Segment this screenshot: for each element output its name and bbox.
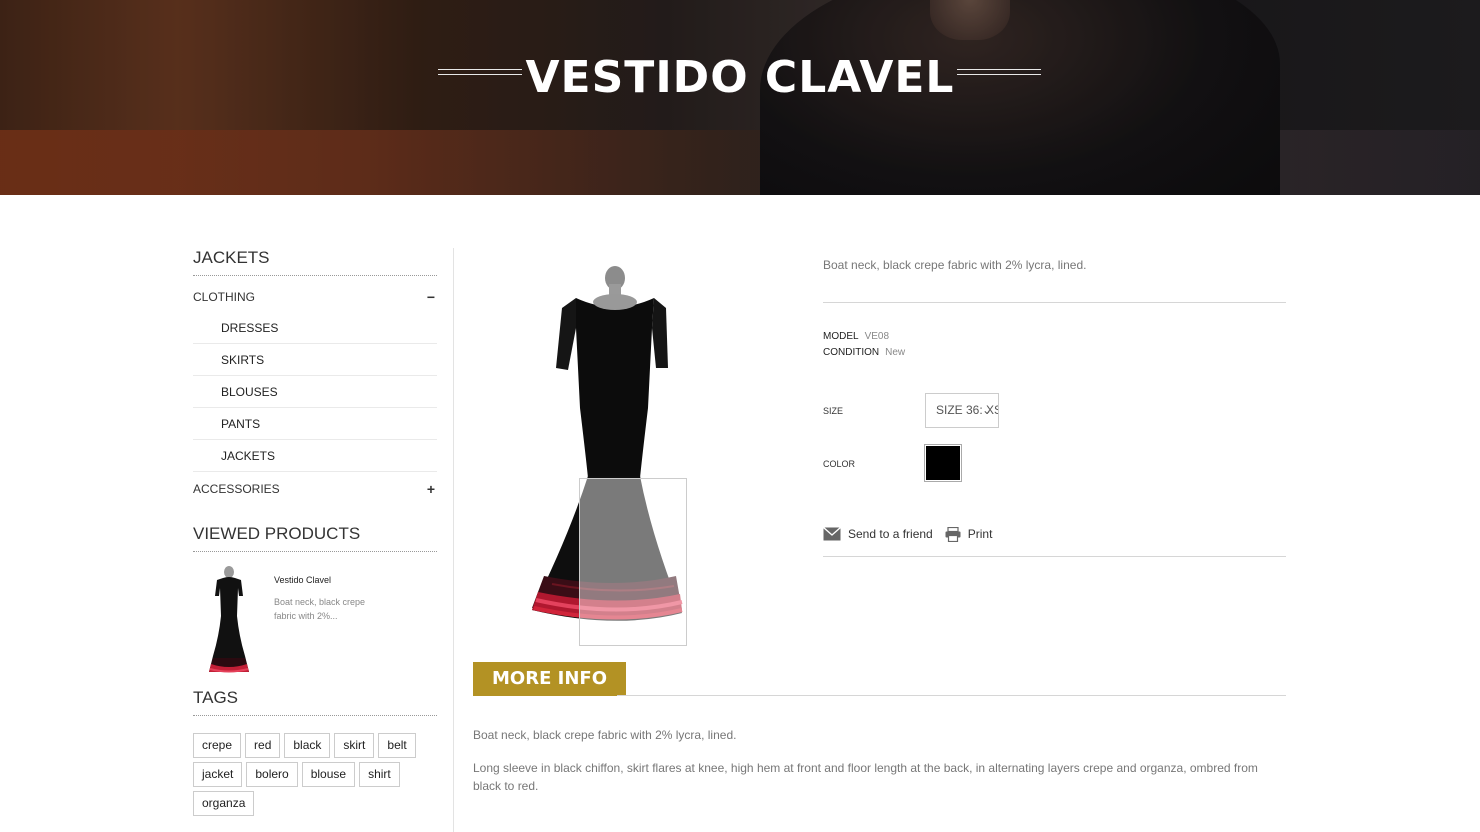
color-swatch-fill[interactable] <box>926 446 960 480</box>
envelope-icon[interactable] <box>823 527 841 541</box>
info-divider-bottom <box>823 556 1286 557</box>
category-jackets[interactable]: JACKETS <box>193 440 437 472</box>
category-pants[interactable]: PANTS <box>193 408 437 440</box>
tag-red[interactable]: red <box>245 733 281 758</box>
more-info-divider <box>617 695 1286 696</box>
model-value: VE08 <box>864 331 890 342</box>
viewed-products-block: VIEWED PRODUCTS Vestido Clavel Boat neck… <box>193 524 437 686</box>
more-info-paragraph-2: Long sleeve in black chiffon, skirt flar… <box>473 761 1258 793</box>
categories-block-title[interactable]: JACKETS <box>193 248 437 276</box>
size-select[interactable]: SIZE 36: XS ⌄ <box>925 393 999 428</box>
sidebar: JACKETS CLOTHING − DRESSES SKIRTS BLOUSE… <box>193 248 437 820</box>
title-right-rule <box>957 69 1041 75</box>
condition-value: New <box>885 347 906 358</box>
model-label: MODEL <box>823 331 859 342</box>
printer-icon[interactable] <box>945 526 961 542</box>
category-dresses[interactable]: DRESSES <box>193 312 437 344</box>
print-label[interactable]: Print <box>968 527 993 541</box>
viewed-product-thumbnail[interactable] <box>193 566 265 681</box>
tag-jacket[interactable]: jacket <box>193 762 243 787</box>
page-title: VESTIDO CLAVEL <box>525 52 955 103</box>
product-info: Boat neck, black crepe fabric with 2% ly… <box>823 258 1286 557</box>
category-clothing-label[interactable]: CLOTHING <box>193 290 255 304</box>
hero-banner: VESTIDO CLAVEL <box>0 0 1480 195</box>
collapse-icon[interactable]: − <box>425 282 437 312</box>
tag-skirt[interactable]: skirt <box>334 733 375 758</box>
tags-block: TAGS crepe red black skirt belt jacket b… <box>193 688 437 820</box>
color-swatch-black[interactable] <box>924 444 962 482</box>
tag-list: crepe red black skirt belt jacket bolero… <box>193 733 443 820</box>
send-to-friend-label[interactable]: Send to a friend <box>848 527 933 541</box>
more-info-paragraph-1: Boat neck, black crepe fabric with 2% ly… <box>473 728 737 742</box>
zoom-lens[interactable] <box>579 478 687 646</box>
tag-bolero[interactable]: bolero <box>246 762 298 787</box>
category-blouses[interactable]: BLOUSES <box>193 376 437 408</box>
column-divider <box>453 248 454 832</box>
chevron-down-icon[interactable]: ⌄ <box>982 394 992 427</box>
expand-icon[interactable]: + <box>425 474 437 504</box>
tag-organza[interactable]: organza <box>193 791 255 816</box>
category-skirts[interactable]: SKIRTS <box>193 344 437 376</box>
tag-shirt[interactable]: shirt <box>359 762 400 787</box>
tag-blouse[interactable]: blouse <box>301 762 356 787</box>
tag-black[interactable]: black <box>284 733 331 758</box>
tags-title: TAGS <box>193 688 437 716</box>
category-accessories[interactable]: ACCESSORIES + <box>193 474 437 504</box>
more-info-tab[interactable]: MORE INFO <box>473 662 626 696</box>
product-actions: Send to a friend Print <box>823 524 1004 544</box>
viewed-product-desc: Boat neck, black crepe fabric with 2%... <box>274 597 366 621</box>
viewed-products-title: VIEWED PRODUCTS <box>193 524 437 552</box>
viewed-product-name[interactable]: Vestido Clavel <box>274 575 331 585</box>
print-link[interactable]: Print <box>945 526 993 542</box>
condition-row: CONDITION New <box>823 345 905 361</box>
send-to-friend-link[interactable]: Send to a friend <box>823 527 933 541</box>
size-label: SIZE <box>823 406 844 416</box>
tag-belt[interactable]: belt <box>378 733 416 758</box>
color-label: COLOR <box>823 459 856 469</box>
condition-label: CONDITION <box>823 347 880 358</box>
info-divider-top <box>823 302 1286 303</box>
model-row: MODEL VE08 <box>823 329 905 345</box>
category-accessories-label[interactable]: ACCESSORIES <box>193 482 280 496</box>
category-clothing[interactable]: CLOTHING − <box>193 282 437 312</box>
tag-crepe[interactable]: crepe <box>193 733 242 758</box>
product-short-description: Boat neck, black crepe fabric with 2% ly… <box>823 258 1087 272</box>
viewed-product-item[interactable]: Vestido Clavel Boat neck, black crepe fa… <box>193 566 437 686</box>
product-meta: MODEL VE08 CONDITION New <box>823 329 905 361</box>
